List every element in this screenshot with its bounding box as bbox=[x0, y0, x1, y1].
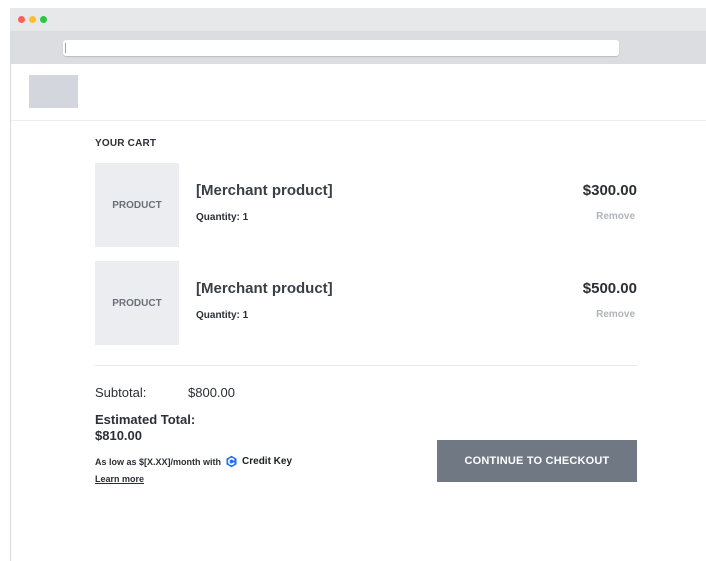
product-name[interactable]: [Merchant product] bbox=[196, 182, 333, 199]
product-quantity: Quantity: 1 bbox=[196, 310, 249, 321]
address-bar[interactable] bbox=[63, 40, 619, 56]
close-window-button[interactable] bbox=[18, 16, 25, 23]
estimated-total-value: $810.00 bbox=[95, 428, 142, 443]
subtotal-label: Subtotal: bbox=[95, 385, 147, 400]
product-thumbnail[interactable]: PRODUCT bbox=[95, 163, 179, 247]
cart-divider bbox=[95, 365, 637, 366]
product-thumbnail[interactable]: PRODUCT bbox=[95, 261, 179, 345]
learn-more-link[interactable]: Learn more bbox=[95, 474, 144, 484]
continue-to-checkout-button[interactable]: CONTINUE TO CHECKOUT bbox=[437, 440, 637, 482]
product-quantity: Quantity: 1 bbox=[196, 212, 249, 223]
as-low-as-text: As low as $[X.XX]/month with bbox=[95, 456, 222, 467]
estimated-total: Estimated Total: $810.00 bbox=[95, 412, 195, 444]
subtotal-value: $800.00 bbox=[188, 385, 235, 400]
cart-item: PRODUCT [Merchant product] Quantity: 1 $… bbox=[95, 163, 640, 247]
remove-item-link[interactable]: Remove bbox=[596, 211, 635, 222]
site-header bbox=[11, 64, 706, 121]
cart-item: PRODUCT [Merchant product] Quantity: 1 $… bbox=[95, 261, 640, 345]
estimated-total-label: Estimated Total: bbox=[95, 412, 196, 427]
minimize-window-button[interactable] bbox=[29, 16, 36, 23]
site-logo-placeholder[interactable] bbox=[29, 75, 78, 108]
maximize-window-button[interactable] bbox=[40, 16, 47, 23]
product-price: $500.00 bbox=[582, 280, 637, 297]
cart-title: YOUR CART bbox=[95, 138, 157, 149]
financing-offer: As low as $[X.XX]/month with Credit Key bbox=[95, 455, 292, 468]
product-name[interactable]: [Merchant product] bbox=[196, 280, 333, 297]
remove-item-link[interactable]: Remove bbox=[596, 309, 635, 320]
product-price: $300.00 bbox=[582, 182, 637, 199]
credit-key-label: Credit Key bbox=[242, 456, 293, 467]
credit-key-logo-icon bbox=[226, 455, 237, 468]
subtotal-row: Subtotal: $800.00 bbox=[95, 385, 235, 400]
